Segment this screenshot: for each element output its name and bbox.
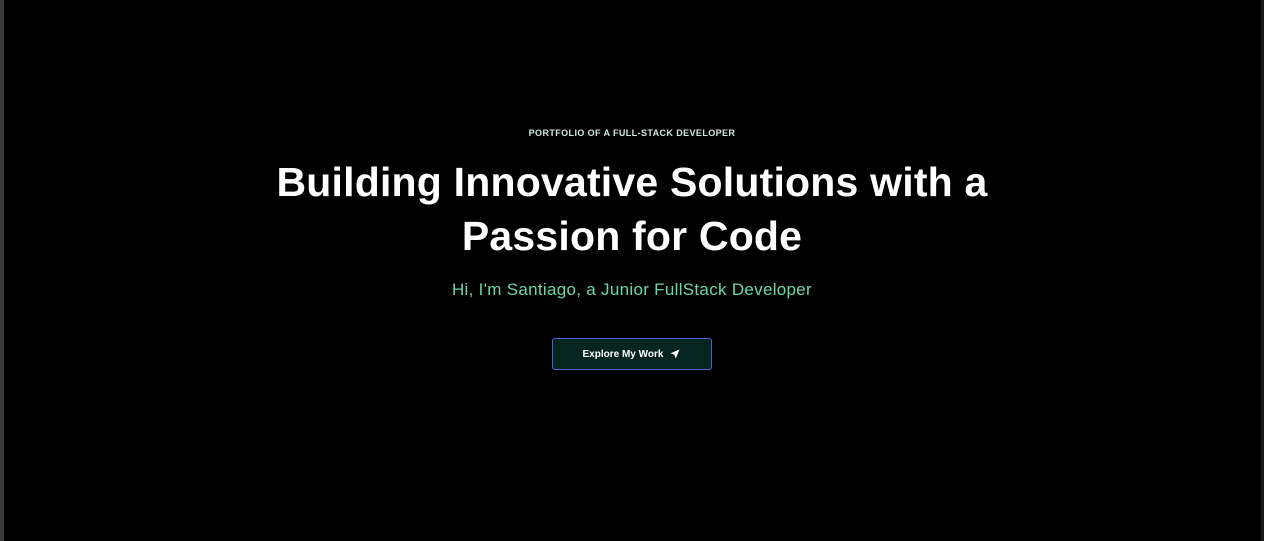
hero-eyebrow: PORTFOLIO OF A FULL-STACK DEVELOPER [528, 128, 736, 138]
send-arrow-icon [669, 348, 681, 360]
explore-my-work-label: Explore My Work [582, 348, 664, 360]
explore-my-work-button[interactable]: Explore My Work [552, 338, 712, 370]
hero-section: PORTFOLIO OF A FULL-STACK DEVELOPER Buil… [0, 0, 1264, 541]
hero-subtitle: Hi, I'm Santiago, a Junior FullStack Dev… [451, 280, 813, 299]
hero-headline: Building Innovative Solutions with a Pas… [276, 159, 988, 259]
